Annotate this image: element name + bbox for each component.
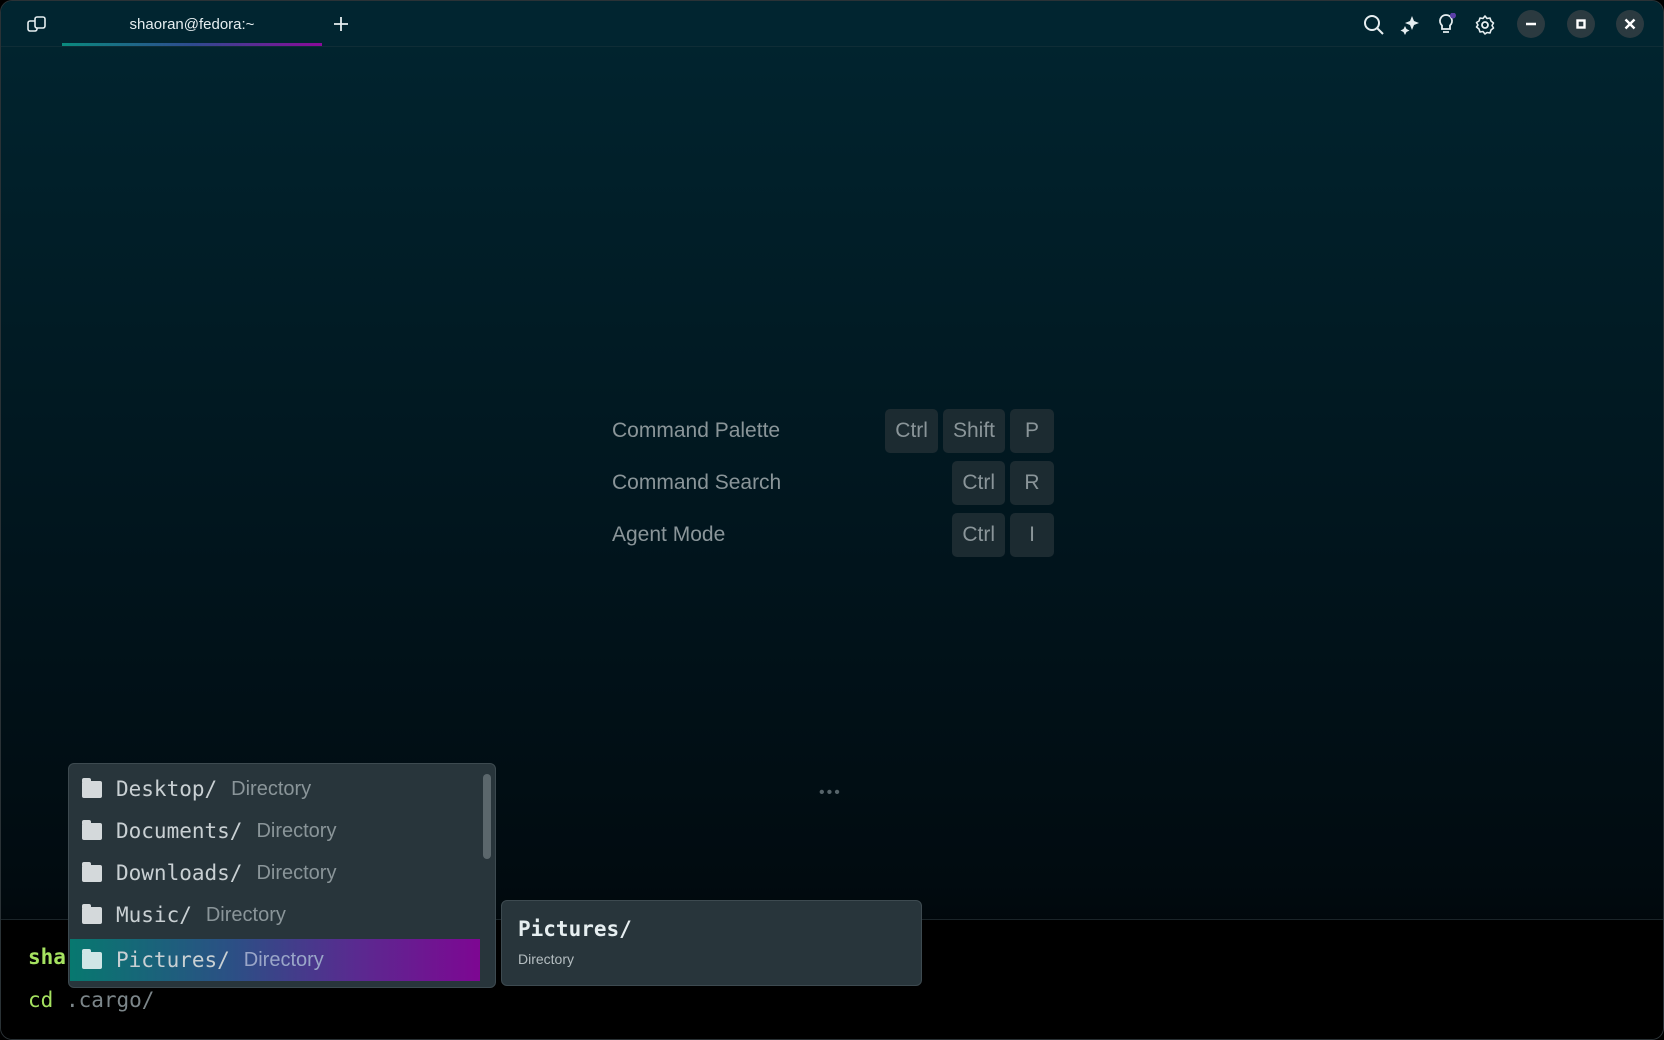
completion-detail-panel: Pictures/ Directory xyxy=(501,900,922,986)
sparkles-icon[interactable] xyxy=(1398,13,1422,37)
autosuggestion: .cargo/ xyxy=(53,988,155,1012)
key: R xyxy=(1010,461,1054,505)
terminal-window: shaoran@fedora:~ Command Palette Ctrl Shi… xyxy=(0,0,1664,1040)
completion-item[interactable]: Documents/Directory xyxy=(70,810,480,852)
lightbulb-icon[interactable] xyxy=(1434,12,1458,38)
item-type: Directory xyxy=(243,948,324,971)
close-icon xyxy=(1624,18,1636,30)
key: I xyxy=(1010,513,1054,557)
folder-icon xyxy=(82,777,102,798)
hint-command-search[interactable]: Command Search Ctrl R xyxy=(612,457,1054,509)
item-type: Directory xyxy=(231,777,312,800)
item-name: Documents/ xyxy=(116,819,243,843)
key: Ctrl xyxy=(885,409,938,453)
key: Ctrl xyxy=(952,461,1005,505)
key: P xyxy=(1010,409,1054,453)
command-text: cd xyxy=(28,988,54,1012)
folder-icon xyxy=(82,903,102,924)
folder-icon xyxy=(82,861,102,882)
command-input[interactable]: cd .cargo/ xyxy=(28,988,154,1012)
scrollbar[interactable] xyxy=(483,774,491,859)
item-type: Directory xyxy=(256,819,337,842)
item-name: Pictures/ xyxy=(116,948,230,972)
hint-command-palette[interactable]: Command Palette Ctrl Shift P xyxy=(612,405,1054,457)
gear-icon[interactable] xyxy=(1473,13,1497,37)
tab-terminal[interactable]: shaoran@fedora:~ xyxy=(62,1,322,47)
hint-label: Command Palette xyxy=(612,419,781,442)
completion-item[interactable]: Desktop/Directory xyxy=(70,768,480,810)
hint-label: Agent Mode xyxy=(612,523,726,546)
search-icon[interactable] xyxy=(1362,13,1386,37)
panels-icon[interactable] xyxy=(27,14,47,34)
completion-item[interactable]: Downloads/Directory xyxy=(70,852,480,894)
tab-title: shaoran@fedora:~ xyxy=(129,15,255,33)
shortcut-hints: Command Palette Ctrl Shift P Command Searc… xyxy=(612,405,1054,561)
folder-icon xyxy=(82,819,102,840)
completion-menu: Desktop/Directory Documents/Directory Do… xyxy=(68,763,496,988)
detail-type: Directory xyxy=(518,951,575,967)
more-dots-icon[interactable]: ••• xyxy=(819,784,842,802)
item-type: Directory xyxy=(256,861,337,884)
minimize-icon xyxy=(1526,22,1536,26)
key: Ctrl xyxy=(952,513,1005,557)
hint-agent-mode[interactable]: Agent Mode Ctrl I xyxy=(612,509,1054,561)
item-type: Directory xyxy=(205,903,286,926)
minimize-button[interactable] xyxy=(1517,10,1545,38)
item-name: Desktop/ xyxy=(116,777,218,801)
maximize-button[interactable] xyxy=(1567,10,1595,38)
folder-icon xyxy=(82,948,102,969)
key: Shift xyxy=(942,409,1005,453)
prompt: sha xyxy=(28,945,66,969)
plus-icon[interactable] xyxy=(330,13,352,35)
close-button[interactable] xyxy=(1616,10,1644,38)
completion-item-selected[interactable]: Pictures/Directory xyxy=(70,939,480,981)
completion-item[interactable]: Music/Directory xyxy=(70,894,480,936)
detail-name: Pictures/ xyxy=(518,917,632,941)
item-name: Downloads/ xyxy=(116,861,243,885)
maximize-icon xyxy=(1576,19,1586,29)
active-tab-indicator xyxy=(62,43,322,46)
title-bar: shaoran@fedora:~ xyxy=(1,1,1663,47)
item-name: Music/ xyxy=(116,903,192,927)
hint-label: Command Search xyxy=(612,471,782,494)
